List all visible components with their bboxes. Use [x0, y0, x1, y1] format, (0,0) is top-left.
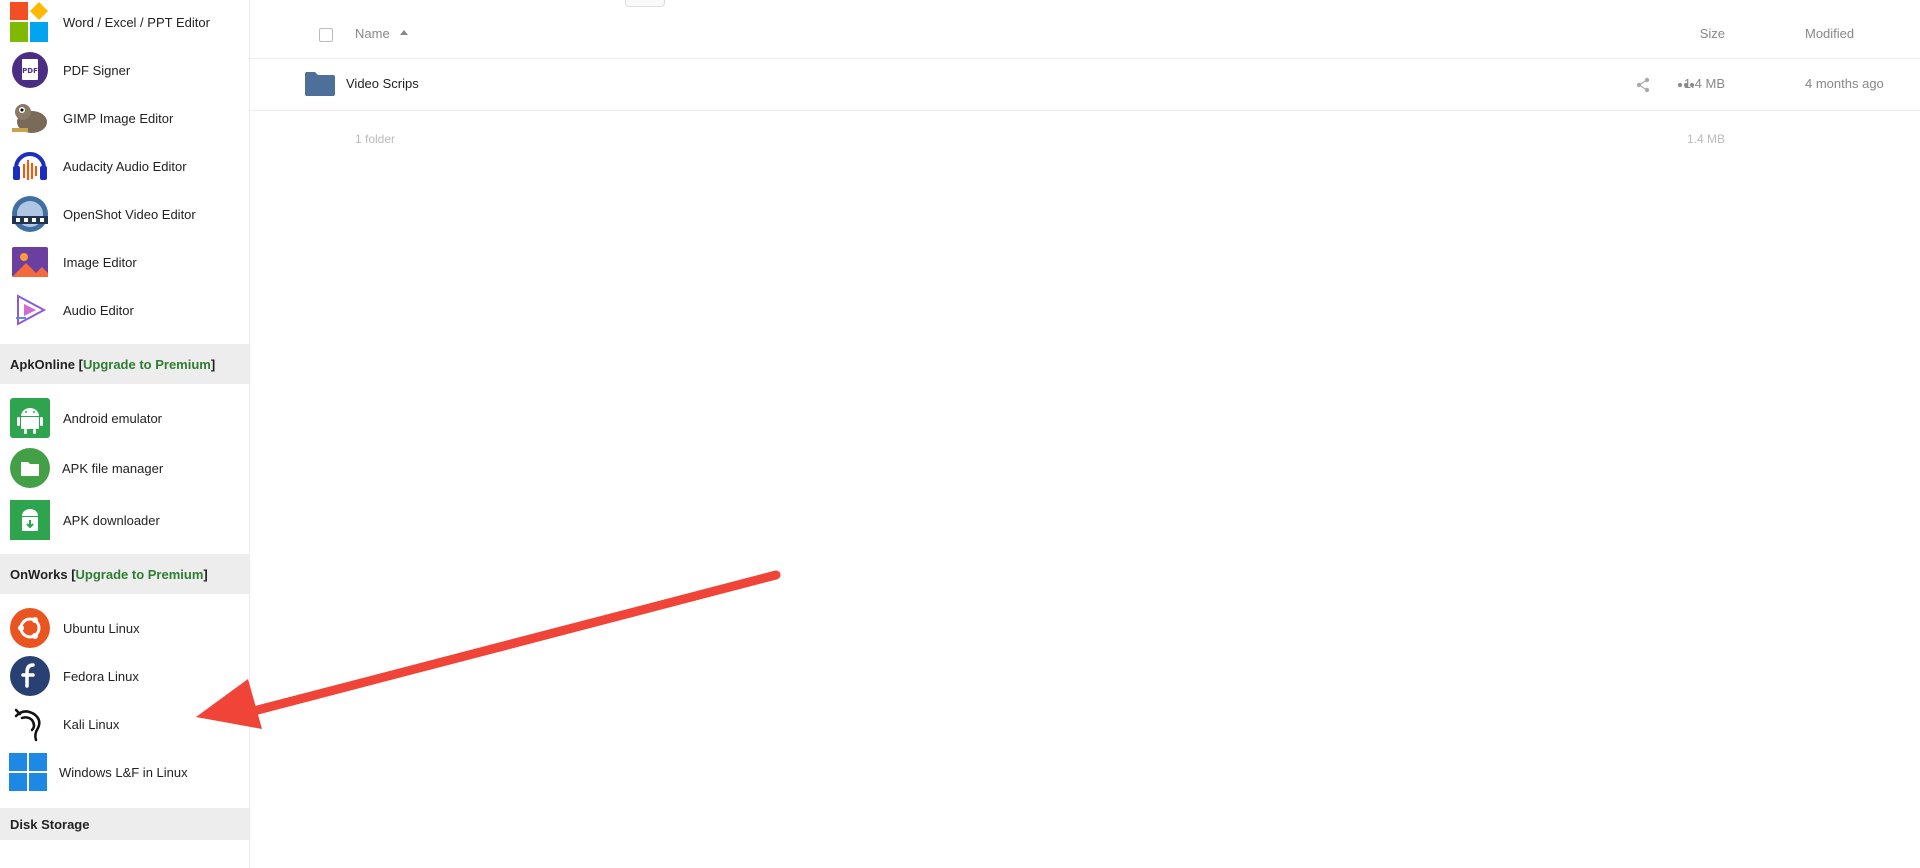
file-list-header: Name Size Modified: [250, 8, 1920, 59]
android-icon: [10, 398, 50, 438]
pdf-icon: PDF: [10, 50, 50, 90]
sidebar-item-label: Windows L&F in Linux: [59, 764, 188, 780]
image-icon: [10, 242, 50, 282]
file-size: 1.4 MB: [1683, 76, 1725, 91]
sidebar-item-android-emulator[interactable]: Android emulator: [0, 396, 249, 440]
ubuntu-icon: [10, 608, 50, 648]
section-header-apkonline: ApkOnline [Upgrade to Premium]: [0, 344, 249, 384]
sidebar-item-label: Audio Editor: [63, 302, 134, 318]
windows-icon: [8, 752, 48, 792]
sidebar-item-windows-lf[interactable]: Windows L&F in Linux: [0, 750, 249, 794]
section-title: OnWorks: [10, 566, 68, 582]
sidebar-item-label: Word / Excel / PPT Editor: [63, 14, 210, 30]
file-name[interactable]: Video Scrips: [346, 76, 419, 91]
section-title: Disk Storage: [10, 816, 90, 832]
sidebar-item-label: Image Editor: [63, 254, 137, 270]
sidebar-item-label: Kali Linux: [63, 716, 120, 732]
file-list: Name Size Modified Video Scrips 1.4 MB 4…: [250, 0, 1920, 868]
section-header-disk-storage: Disk Storage: [0, 808, 249, 840]
sidebar-item-label: APK downloader: [63, 512, 160, 528]
folder-icon: [305, 72, 335, 96]
svg-text:PDF: PDF: [22, 67, 38, 75]
sidebar: Word / Excel / PPT Editor PDF PDF Signer…: [0, 0, 250, 868]
sidebar-item-ubuntu[interactable]: Ubuntu Linux: [0, 606, 249, 650]
sidebar-item-pdf-signer[interactable]: PDF PDF Signer: [0, 48, 249, 92]
sidebar-item-label: OpenShot Video Editor: [63, 206, 196, 222]
sidebar-item-kali[interactable]: Kali Linux: [0, 702, 249, 746]
sort-ascending-icon: [400, 30, 408, 35]
file-list-summary: 1 folder 1.4 MB: [250, 112, 1920, 152]
sidebar-item-fedora[interactable]: Fedora Linux: [0, 654, 249, 698]
section-header-onworks: OnWorks [Upgrade to Premium]: [0, 554, 249, 594]
sidebar-item-apk-downloader[interactable]: APK downloader: [0, 498, 249, 542]
sidebar-item-label: Ubuntu Linux: [63, 620, 140, 636]
sidebar-item-label: PDF Signer: [63, 62, 131, 78]
sidebar-item-label: APK file manager: [62, 460, 164, 476]
sidebar-item-label: Audacity Audio Editor: [63, 158, 187, 174]
summary-size: 1.4 MB: [1686, 132, 1725, 146]
sidebar-item-audio-editor[interactable]: Audio Editor: [0, 288, 249, 332]
openshot-icon: [10, 194, 50, 234]
gimp-icon: [10, 98, 50, 138]
sidebar-item-apk-file-manager[interactable]: APK file manager: [0, 446, 249, 490]
sidebar-item-image-editor[interactable]: Image Editor: [0, 240, 249, 284]
select-all-checkbox[interactable]: [319, 28, 333, 42]
section-title: ApkOnline: [10, 356, 76, 372]
column-header-modified[interactable]: Modified: [1805, 26, 1854, 41]
toolbar-button-stub[interactable]: [625, 0, 665, 7]
kali-icon: [10, 704, 50, 744]
office-icon: [10, 2, 50, 42]
sidebar-item-gimp[interactable]: GIMP Image Editor: [0, 96, 249, 140]
audio-icon: [10, 290, 50, 330]
share-icon[interactable]: [1635, 77, 1651, 93]
column-header-name[interactable]: Name: [355, 26, 390, 41]
audacity-icon: [10, 146, 50, 186]
summary-count: 1 folder: [355, 132, 396, 146]
sidebar-item-label: Fedora Linux: [63, 668, 139, 684]
file-modified: 4 months ago: [1805, 76, 1884, 91]
file-manager-icon: [10, 448, 50, 488]
fedora-icon: [10, 656, 50, 696]
sidebar-item-label: GIMP Image Editor: [63, 110, 174, 126]
apk-download-icon: [10, 500, 50, 540]
sidebar-item-audacity[interactable]: Audacity Audio Editor: [0, 144, 249, 188]
sidebar-item-label: Android emulator: [63, 410, 162, 426]
sidebar-item-office-editor[interactable]: Word / Excel / PPT Editor: [0, 0, 249, 44]
table-row[interactable]: Video Scrips 1.4 MB 4 months ago: [250, 59, 1920, 111]
column-header-size[interactable]: Size: [1700, 26, 1725, 41]
sidebar-item-openshot[interactable]: OpenShot Video Editor: [0, 192, 249, 236]
upgrade-link[interactable]: Upgrade to Premium: [83, 357, 211, 372]
upgrade-link[interactable]: Upgrade to Premium: [76, 567, 204, 582]
